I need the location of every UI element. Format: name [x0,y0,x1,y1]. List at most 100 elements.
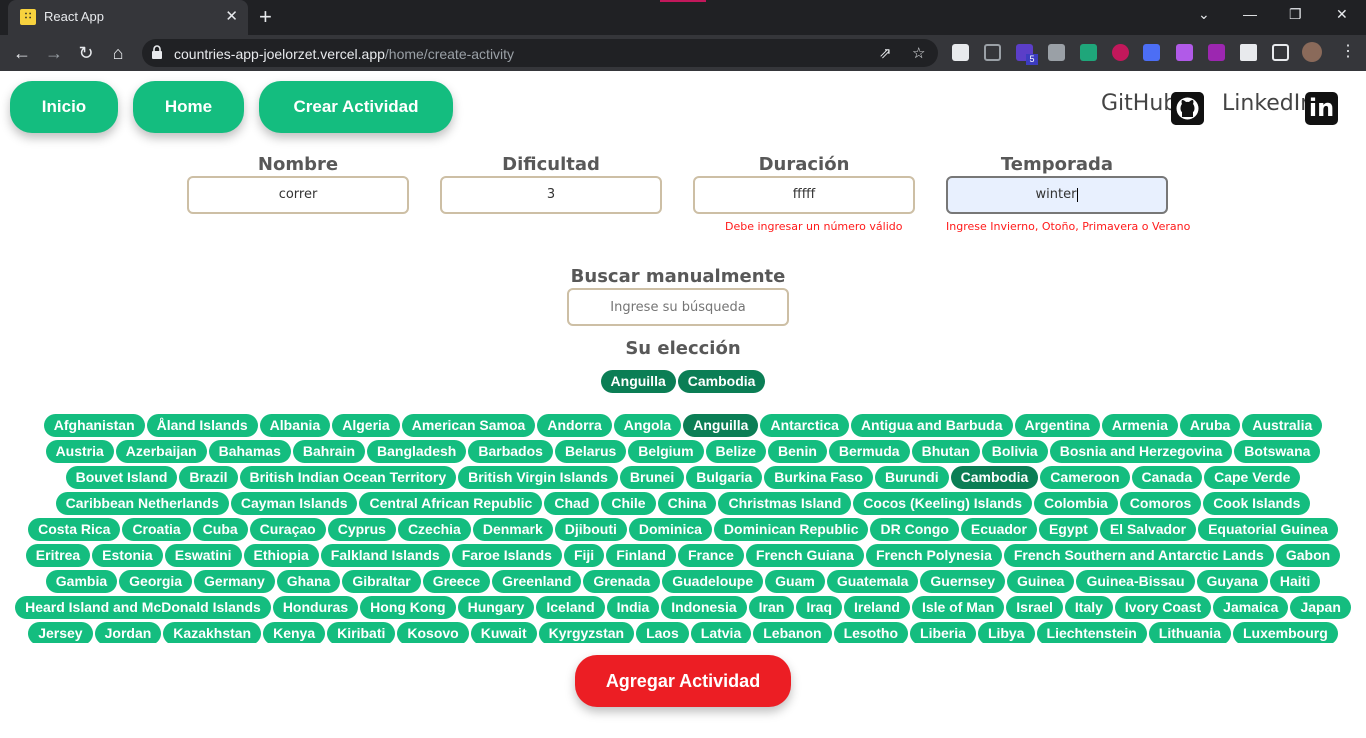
extension-play-icon[interactable] [1208,44,1225,61]
country-chip[interactable]: British Virgin Islands [458,466,618,489]
country-chip[interactable]: Kiribati [327,622,396,643]
country-chip[interactable]: Iran [748,596,795,619]
profile-avatar[interactable] [1302,42,1322,62]
country-chip[interactable]: Comoros [1119,492,1202,515]
search-input[interactable] [567,288,789,326]
country-chip[interactable]: Bahamas [208,440,291,463]
country-chip[interactable]: Cameroon [1040,466,1130,489]
extension-c-icon[interactable] [1143,44,1160,61]
country-chip[interactable]: China [657,492,717,515]
country-chip[interactable]: Austria [45,440,114,463]
country-chip[interactable]: Bermuda [828,440,910,463]
country-chip[interactable]: Costa Rica [28,518,121,541]
country-chip[interactable]: Equatorial Guinea [1198,518,1338,541]
back-button[interactable]: ← [11,42,33,64]
country-chip[interactable]: Honduras [272,596,359,619]
country-chip[interactable]: Jamaica [1213,596,1289,619]
country-chip[interactable]: Hong Kong [360,596,456,619]
extension-leaf-icon[interactable] [1080,44,1097,61]
country-chip[interactable]: Cyprus [327,518,396,541]
duracion-input[interactable]: fffff [693,176,915,214]
home-button[interactable]: ⌂ [107,42,129,64]
country-chip[interactable]: Gabon [1275,544,1341,567]
country-chip[interactable]: Cocos (Keeling) Islands [853,492,1032,515]
country-chip[interactable]: Iceland [536,596,605,619]
country-chip[interactable]: French Polynesia [865,544,1002,567]
country-chip[interactable]: Burundi [874,466,949,489]
linkedin-icon[interactable]: in [1305,92,1338,125]
country-chip[interactable]: Denmark [472,518,553,541]
country-chip[interactable]: Ethiopia [243,544,319,567]
country-chip[interactable]: Lebanon [753,622,832,643]
country-chip[interactable]: Kenya [263,622,326,643]
country-chip[interactable]: Falkland Islands [320,544,450,567]
country-chip[interactable]: Latvia [690,622,752,643]
close-tab-icon[interactable]: ✕ [225,7,238,27]
country-chip[interactable]: Italy [1064,596,1113,619]
github-icon[interactable] [1171,92,1204,125]
country-chip[interactable]: Christmas Island [718,492,852,515]
country-chip[interactable]: Aruba [1179,414,1241,437]
country-chip[interactable]: Dominica [628,518,712,541]
country-chip[interactable]: Cuba [192,518,248,541]
country-chip[interactable]: Finland [606,544,676,567]
country-chip[interactable]: Azerbaijan [115,440,207,463]
country-chip[interactable]: Guyana [1196,570,1268,593]
country-chip[interactable]: Andorra [537,414,612,437]
country-chip[interactable]: Benin [768,440,827,463]
country-chip[interactable]: El Salvador [1099,518,1197,541]
country-chip[interactable]: Canada [1131,466,1203,489]
tab-search-icon[interactable]: ⌄ [1198,6,1210,23]
country-chip[interactable]: Brunei [619,466,685,489]
agregar-actividad-button[interactable]: Agregar Actividad [575,655,791,707]
country-chip[interactable]: India [606,596,660,619]
extension-b-icon[interactable] [952,44,969,61]
country-chip[interactable]: Belarus [554,440,627,463]
country-chip[interactable]: Guinea [1007,570,1075,593]
close-window-button[interactable]: ✕ [1336,6,1348,23]
country-chip[interactable]: Libya [977,622,1035,643]
country-chip[interactable]: Lesotho [833,622,909,643]
extensions-puzzle-icon[interactable] [1240,44,1257,61]
dificultad-input[interactable]: 3 [440,176,662,214]
country-chip[interactable]: Ghana [276,570,341,593]
restore-button[interactable]: ❐ [1289,6,1302,23]
country-chip[interactable]: Dominican Republic [713,518,869,541]
country-chip[interactable]: Bolivia [981,440,1048,463]
country-chip[interactable]: Indonesia [661,596,747,619]
country-chip[interactable]: Botswana [1234,440,1321,463]
selected-country-chip[interactable]: Cambodia [677,370,766,393]
new-tab-button[interactable]: + [259,4,272,30]
country-chip[interactable]: Gambia [45,570,118,593]
country-chip[interactable]: Gibraltar [342,570,421,593]
country-chip[interactable]: Antigua and Barbuda [850,414,1013,437]
country-chip[interactable]: Cayman Islands [230,492,358,515]
reload-button[interactable]: ↻ [75,42,97,64]
country-chip[interactable]: Estonia [92,544,163,567]
country-chip[interactable]: Kosovo [397,622,469,643]
country-chip[interactable]: DR Congo [870,518,959,541]
country-chip[interactable]: Belize [705,440,766,463]
country-chip[interactable]: Jordan [94,622,162,643]
extension-circle-icon[interactable] [1112,44,1129,61]
country-chip[interactable]: Liechtenstein [1036,622,1147,643]
country-chip[interactable]: Bhutan [911,440,980,463]
country-chip[interactable]: French Guiana [745,544,864,567]
country-chip[interactable]: Angola [613,414,682,437]
bookmark-star-icon[interactable]: ☆ [912,44,925,62]
country-chip[interactable]: Isle of Man [911,596,1005,619]
country-chip[interactable]: Argentina [1014,414,1100,437]
country-chip[interactable]: Albania [259,414,331,437]
country-chip[interactable]: Liberia [910,622,976,643]
country-chip[interactable]: Hungary [457,596,535,619]
country-chip[interactable]: Central African Republic [359,492,543,515]
country-chip[interactable]: Eritrea [25,544,91,567]
country-chip[interactable]: Greece [422,570,491,593]
linkedin-link[interactable]: LinkedIn [1222,91,1314,116]
country-chip[interactable]: Japan [1290,596,1351,619]
minimize-button[interactable]: — [1243,6,1257,22]
country-chip[interactable]: Algeria [332,414,400,437]
country-list[interactable]: Afghanistan Åland Islands Albania Algeria Am… [10,414,1356,643]
country-chip[interactable]: Armenia [1101,414,1178,437]
country-chip[interactable]: French Southern and Antarctic Lands [1003,544,1274,567]
